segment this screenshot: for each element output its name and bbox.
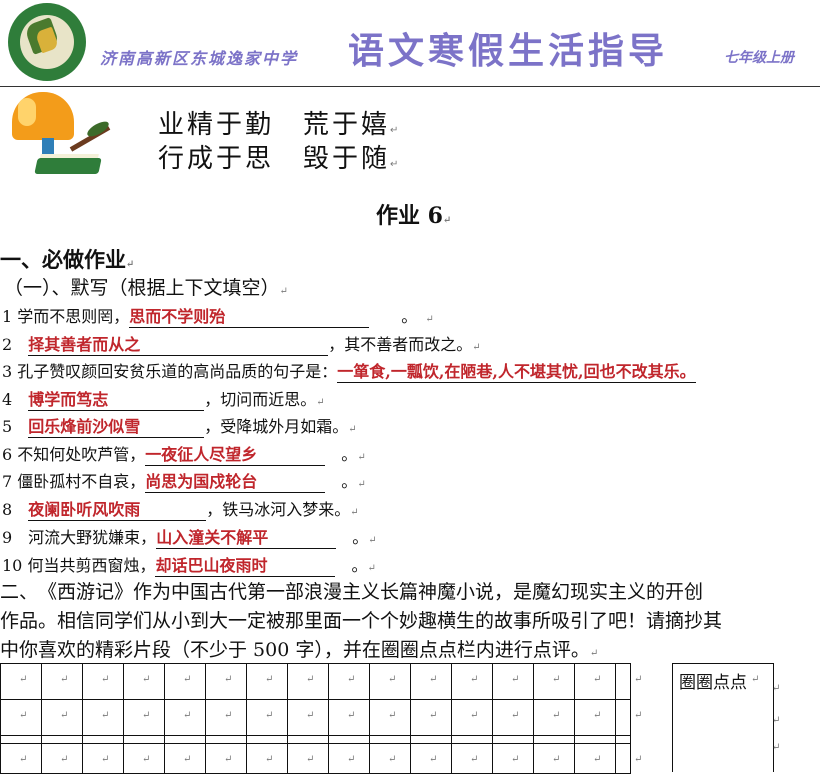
grid-cell: ↵: [205, 663, 247, 700]
grid-cell: ↵: [246, 663, 288, 700]
grid-cell: ↵: [410, 663, 452, 700]
grid-cell: ↵: [82, 699, 124, 736]
grid-cell: ↵: [492, 699, 534, 736]
school-name: 济南高新区东城逸家中学: [100, 49, 299, 68]
grid-cell: ↵: [369, 743, 411, 774]
grade-label: 七年级上册: [724, 50, 794, 66]
grid-cell: ↵: [451, 699, 493, 736]
grid-cell: ↵: [492, 663, 534, 700]
fill-answer: 一夜征人尽望乡: [145, 441, 326, 466]
fill-answer: 思而不学则殆: [129, 303, 370, 328]
fill-answer: 却话巴山夜雨时: [155, 552, 336, 577]
section-subheading: （一）、默写（根据上下文填空）↵: [4, 277, 288, 299]
grid-cell: ↵: [123, 699, 165, 736]
grid-cell: ↵: [328, 743, 370, 774]
grid-cell: ↵: [492, 743, 534, 774]
grid-cell: ↵: [574, 663, 616, 700]
fill-item: 7 僵卧孤村不自哀，尚思为国戍轮台 。↵: [2, 468, 366, 493]
fill-answer: 回乐烽前沙似雪: [28, 413, 205, 438]
grid-cell: ↵: [328, 663, 370, 700]
grid-cell: ↵: [410, 743, 452, 774]
fill-answer: 一箪食,一瓢饮,在陋巷,人不堪其忧,回也不改其乐。: [337, 358, 696, 383]
comment-label: 圈圈点点: [679, 673, 747, 693]
grid-cell: ↵: [205, 743, 247, 774]
grid-cell: ↵: [533, 663, 575, 700]
fill-item: 8 夜阑卧听风吹雨 ，铁马冰河入梦来。↵: [2, 496, 359, 521]
grid-cell: ↵: [287, 663, 329, 700]
grid-cell: ↵: [287, 699, 329, 736]
grid-cell: ↵: [246, 699, 288, 736]
grid-cell: ↵: [615, 743, 642, 774]
grid-cell: ↵: [164, 699, 206, 736]
grid-cell: ↵: [246, 743, 288, 774]
grid-cell: ↵: [164, 743, 206, 774]
grid-cell: ↵: [41, 743, 83, 774]
grid-cell: ↵: [164, 663, 206, 700]
comment-column: 圈圈点点 ↵: [672, 663, 774, 772]
header-divider: [0, 86, 820, 87]
section-heading: 一、必做作业↵: [0, 247, 135, 272]
fill-item: 5 回乐烽前沙似雪 ，受降城外月如霜。↵: [2, 413, 357, 438]
fill-answer: 博学而笃志: [28, 386, 205, 411]
grid-cell: ↵: [369, 663, 411, 700]
guide-title: 语文寒假生活指导: [348, 30, 669, 72]
section2-line-2: 作品。相信同学们从小到大一定被那里面一个个妙趣横生的故事所吸引了吧！请摘抄其: [0, 610, 723, 632]
section2-line-1: 二、 《西游记》作为中国古代第一部浪漫主义长篇神魔小说，是魔幻现实主义的开创: [0, 581, 704, 603]
fill-answer: 夜阑卧听风吹雨: [28, 496, 207, 521]
fill-item: 3 孔子赞叹颜回安贫乐道的高尚品质的句子是：一箪食,一瓢饮,在陋巷,人不堪其忧,…: [2, 358, 696, 383]
grid-cell: ↵: [615, 663, 642, 700]
grid-cell: ↵: [123, 663, 165, 700]
school-logo: [8, 3, 86, 81]
grid-cell: ↵: [451, 663, 493, 700]
fill-item: 6 不知何处吹芦管，一夜征人尽望乡 。↵: [2, 441, 366, 466]
fill-answer: 尚思为国戍轮台: [145, 468, 326, 493]
grid-cell: ↵: [41, 699, 83, 736]
grid-cell: ↵: [533, 743, 575, 774]
grid-cell: ↵: [82, 743, 124, 774]
motto-line-2: 行成于思 毁于随↵: [158, 144, 402, 174]
motto-line-1: 业精于勤 荒于嬉↵: [158, 110, 402, 140]
grid-cell: ↵: [0, 699, 42, 736]
grid-cell: ↵: [82, 663, 124, 700]
grid-cell: ↵: [328, 699, 370, 736]
book-icon: [34, 158, 102, 174]
fill-answer: 择其善者而从之: [28, 331, 329, 356]
grid-cell: ↵: [574, 699, 616, 736]
grid-cell: ↵: [41, 663, 83, 700]
fill-item: 10 何当共剪西窗烛，却话巴山夜雨时 。↵: [2, 552, 376, 577]
fill-answer: 山入潼关不解平: [156, 524, 337, 549]
fill-item: 1 学而不思则罔，思而不学则殆 。 ↵: [2, 303, 434, 328]
fill-item: 4 博学而笃志 ，切问而近思。↵: [2, 386, 325, 411]
grid-cell: ↵: [0, 743, 42, 774]
grid-cell: ↵: [574, 743, 616, 774]
grid-cell: ↵: [0, 663, 42, 700]
grid-cell: ↵: [533, 699, 575, 736]
fill-item: 2 择其善者而从之 ，其不善者而改之。↵: [2, 331, 481, 356]
grid-cell: ↵: [410, 699, 452, 736]
grid-cell: ↵: [451, 743, 493, 774]
homework-title: 作业 6↵: [376, 203, 452, 229]
grid-cell: ↵: [369, 699, 411, 736]
grid-cell: ↵: [287, 743, 329, 774]
grid-cell: ↵: [123, 743, 165, 774]
grid-cell: ↵: [615, 699, 642, 736]
fill-item: 9 河流大野犹嫌束，山入潼关不解平 。↵: [2, 524, 377, 549]
grid-cell: ↵: [205, 699, 247, 736]
